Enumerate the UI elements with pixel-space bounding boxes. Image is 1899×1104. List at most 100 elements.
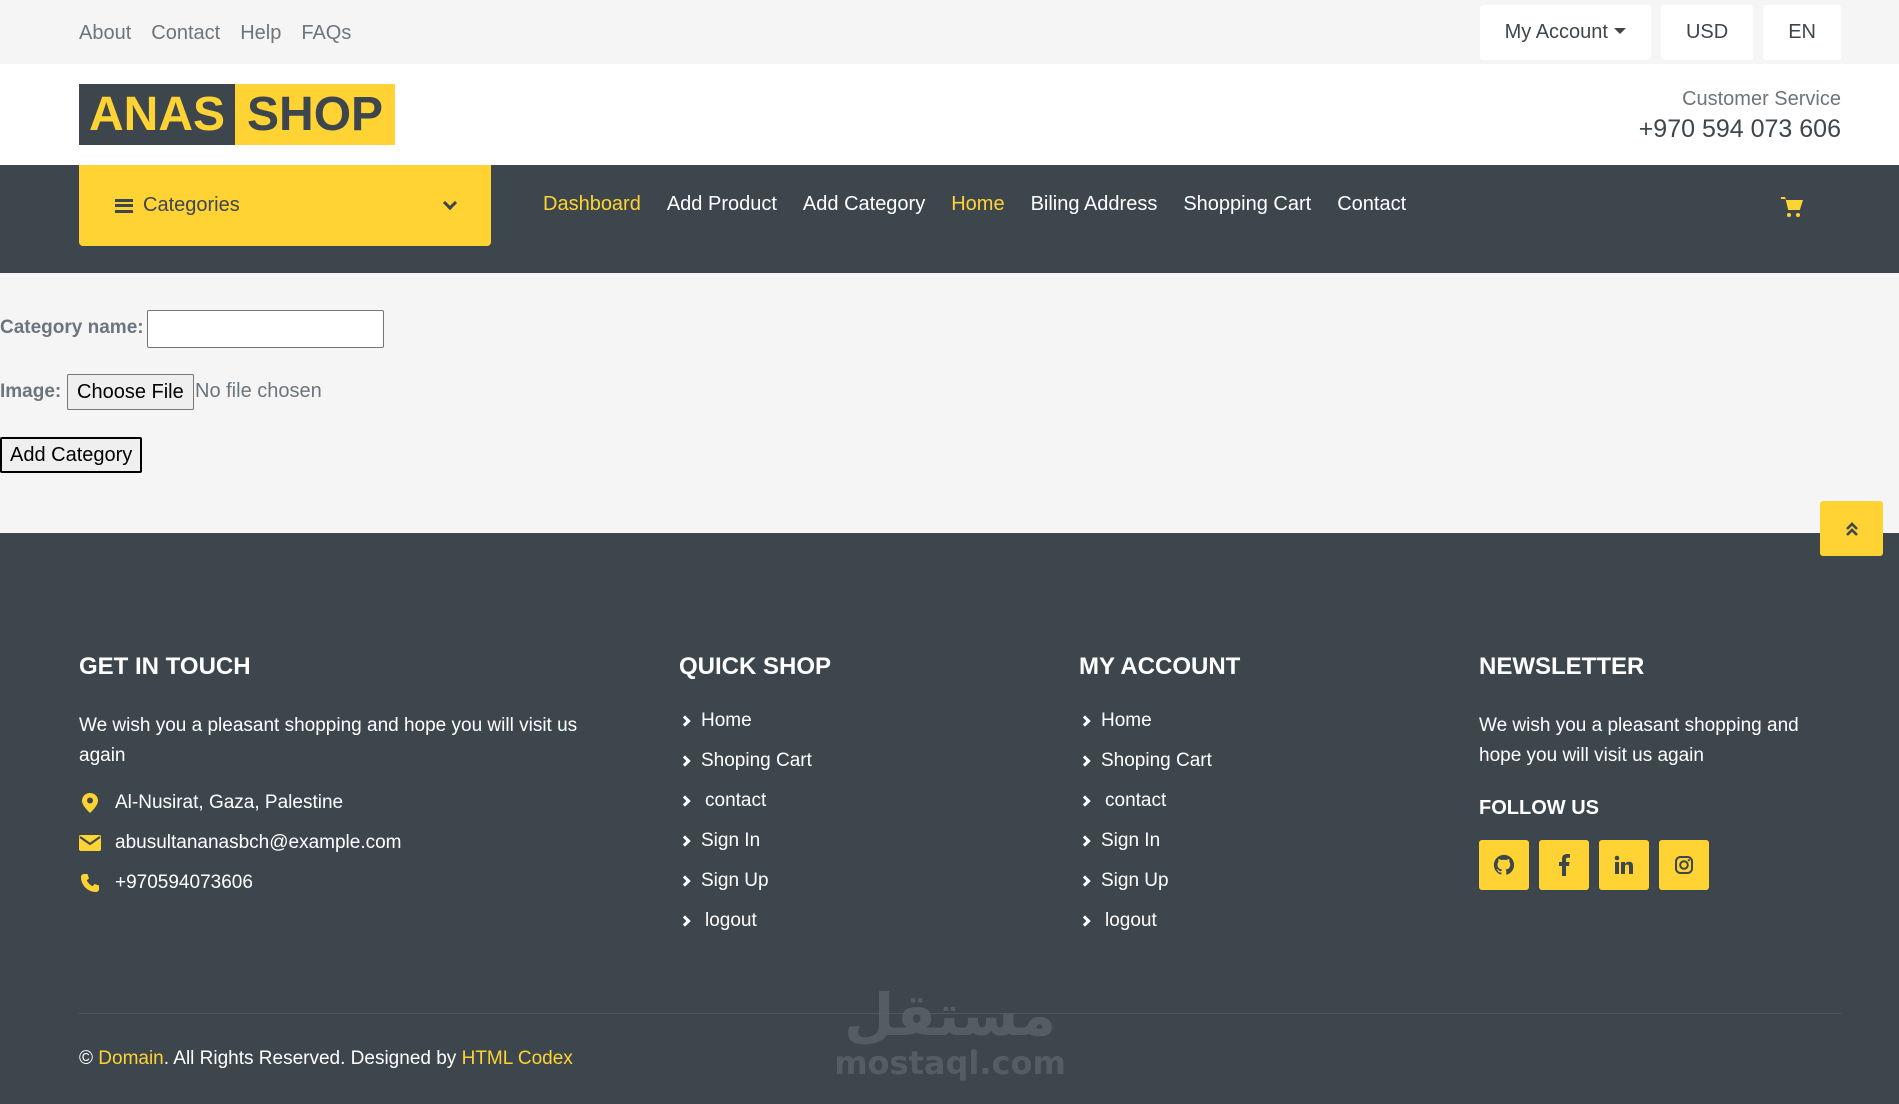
link-label: Sign Up [701,870,769,891]
currency-button[interactable]: USD [1660,5,1754,60]
link-label: contact [705,790,767,811]
quick-shop-link-cart[interactable]: Shoping Cart [679,741,979,781]
quick-shop-title: QUICK SHOP [679,653,832,680]
top-bar: About Contact Help FAQs My Account USD E… [0,0,1899,64]
menu-bars-icon [115,198,133,213]
nav-add-category[interactable]: Add Category [803,193,925,216]
logo-part-1: ANAS [79,84,236,145]
top-link-help[interactable]: Help [240,22,281,45]
customer-service-label: Customer Service [1682,88,1841,110]
instagram-icon[interactable] [1659,840,1709,890]
language-button[interactable]: EN [1763,5,1841,60]
my-account-label: My Account [1504,21,1608,43]
email-row: abusultananasbch@example.com [79,829,589,857]
chevron-right-icon [1079,715,1091,727]
link-label: Sign In [1101,830,1161,851]
choose-file-button[interactable]: Choose File [67,374,194,410]
chevron-right-icon [679,795,691,807]
main-navbar: Categories Dashboard Add Product Add Cat… [0,165,1899,273]
mostaql-watermark: مستقل mostaql.com [834,985,1066,1085]
footer-get-in-touch: GET IN TOUCH We wish you a pleasant shop… [79,653,589,897]
chevron-right-icon [1079,795,1091,807]
brand-logo[interactable]: ANAS SHOP [79,84,396,145]
caret-down-icon [1613,27,1626,34]
top-buttons: My Account USD EN [1479,5,1841,60]
social-links [1479,840,1839,890]
chevron-down-icon [442,195,458,210]
footer-quick-shop: QUICK SHOP Home Shoping Cart contact Sig… [679,653,979,941]
facebook-icon[interactable] [1539,840,1589,890]
nav-links: Dashboard Add Product Add Category Home … [543,193,1406,216]
quick-shop-link-home[interactable]: Home [679,701,979,741]
follow-us-label: FOLLOW US [1479,797,1599,819]
phone-text[interactable]: +970594073606 [115,872,253,894]
nav-dashboard[interactable]: Dashboard [543,193,641,216]
chevron-right-icon [679,835,691,847]
footer-my-account: MY ACCOUNT Home Shoping Cart contact Sig… [1079,653,1379,941]
top-link-about[interactable]: About [79,22,131,45]
quick-shop-link-signup[interactable]: Sign Up [679,861,979,901]
categories-dropdown[interactable]: Categories [79,165,491,246]
link-label: Sign Up [1101,870,1169,891]
link-label: logout [705,910,757,931]
watermark-latin: mostaql.com [834,1044,1066,1082]
top-link-faqs[interactable]: FAQs [301,22,351,45]
nav-shopping-cart[interactable]: Shopping Cart [1183,193,1311,216]
envelope-icon [79,832,101,854]
footer-newsletter: NEWSLETTER We wish you a pleasant shoppi… [1479,653,1839,890]
file-status-text: No file chosen [195,380,322,402]
customer-service-phone: +970 594 073 606 [1638,115,1841,143]
nav-billing-address[interactable]: Biling Address [1031,193,1158,216]
address-row: Al-Nusirat, Gaza, Palestine [79,789,589,817]
email-text[interactable]: abusultananasbch@example.com [115,832,402,854]
copyright-symbol: © [79,1048,93,1069]
account-link-signup[interactable]: Sign Up [1079,861,1379,901]
top-link-contact[interactable]: Contact [151,22,220,45]
categories-label: Categories [143,194,240,216]
designer-link[interactable]: HTML Codex [462,1048,573,1069]
add-category-form: Category name: Image: Choose File No fil… [0,273,1899,533]
phone-icon [79,872,101,894]
newsletter-title: NEWSLETTER [1479,653,1645,680]
chevron-right-icon [1079,755,1091,767]
domain-link[interactable]: Domain [98,1048,163,1069]
get-in-touch-text: We wish you a pleasant shopping and hope… [79,715,578,766]
nav-contact[interactable]: Contact [1337,193,1406,216]
quick-shop-link-signin[interactable]: Sign In [679,821,979,861]
category-name-input[interactable] [147,310,384,348]
linkedin-icon[interactable] [1599,840,1649,890]
quick-shop-link-contact[interactable]: contact [679,781,979,821]
double-chevron-up-icon [1845,521,1858,536]
language-label: EN [1788,21,1816,43]
customer-service: Customer Service +970 594 073 606 [1639,88,1841,144]
account-link-cart[interactable]: Shoping Cart [1079,741,1379,781]
add-category-button[interactable]: Add Category [0,437,143,473]
logo-band: ANAS SHOP Customer Service +970 594 073 … [0,64,1899,165]
top-links: About Contact Help FAQs [79,22,351,45]
category-name-label: Category name: [0,317,144,338]
account-link-home[interactable]: Home [1079,701,1379,741]
quick-shop-link-logout[interactable]: logout [679,901,979,941]
chevron-right-icon [1079,915,1091,927]
chevron-right-icon [679,715,691,727]
my-account-dropdown[interactable]: My Account [1479,5,1651,60]
chevron-right-icon [679,755,691,767]
chevron-right-icon [1079,875,1091,887]
get-in-touch-title: GET IN TOUCH [79,653,251,680]
watermark-arabic: مستقل [843,981,1057,1049]
account-link-logout[interactable]: logout [1079,901,1379,941]
account-link-signin[interactable]: Sign In [1079,821,1379,861]
chevron-right-icon [679,875,691,887]
shopping-cart-icon[interactable] [1780,195,1804,219]
nav-add-product[interactable]: Add Product [667,193,777,216]
back-to-top-button[interactable] [1820,501,1883,556]
link-label: Home [701,710,752,731]
link-label: logout [1105,910,1157,931]
address-text: Al-Nusirat, Gaza, Palestine [115,792,344,813]
phone-row: +970594073606 [79,869,589,897]
github-icon[interactable] [1479,840,1529,890]
nav-home[interactable]: Home [951,193,1004,216]
link-label: contact [1105,790,1167,811]
account-link-contact[interactable]: contact [1079,781,1379,821]
newsletter-text: We wish you a pleasant shopping and hope… [1479,715,1799,766]
